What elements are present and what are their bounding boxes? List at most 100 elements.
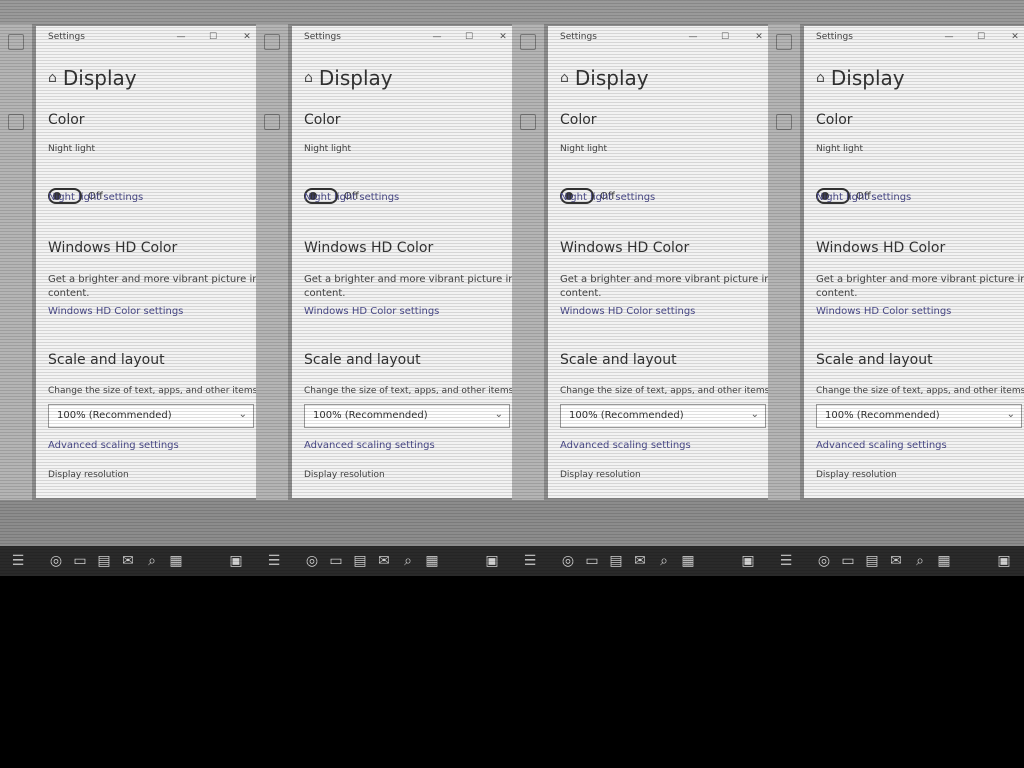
app-icon[interactable]: ▭: [836, 553, 860, 569]
app-icon[interactable]: ▦: [932, 553, 956, 569]
page-title: ⌂ Display: [560, 66, 649, 90]
night-light-settings-link[interactable]: Night light settings: [304, 192, 399, 203]
advanced-scaling-link[interactable]: Advanced scaling settings: [48, 440, 179, 451]
app-icon[interactable]: ◎: [300, 553, 324, 569]
app-icon[interactable]: ✉: [628, 553, 652, 569]
home-icon[interactable]: ⌂: [816, 70, 825, 86]
color-heading: Color: [560, 112, 597, 128]
minimize-button[interactable]: —: [942, 30, 956, 44]
advanced-scaling-link[interactable]: Advanced scaling settings: [560, 440, 691, 451]
scale-dropdown[interactable]: 100% (Recommended) ⌄: [816, 404, 1022, 428]
advanced-scaling-link[interactable]: Advanced scaling settings: [816, 440, 947, 451]
maximize-button[interactable]: ☐: [718, 30, 732, 44]
background-window[interactable]: [512, 24, 544, 500]
app-icon[interactable]: ▤: [92, 553, 116, 569]
night-light-settings-link[interactable]: Night light settings: [816, 192, 911, 203]
app-icon[interactable]: ▦: [676, 553, 700, 569]
hdr-heading: Windows HD Color: [560, 240, 690, 256]
night-light-settings-link[interactable]: Night light settings: [48, 192, 143, 203]
minimize-button[interactable]: —: [430, 30, 444, 44]
folder-icon: [776, 114, 792, 130]
taskbar: ☰ ◎ ▭ ▤ ✉ ⌕ ▦ ▣: [768, 546, 1024, 576]
app-icon[interactable]: ▤: [860, 553, 884, 569]
hdr-settings-link[interactable]: Windows HD Color settings: [48, 306, 183, 317]
desktop-panel: Settings — ☐ ✕ ⌂ Display Color Night lig…: [768, 0, 1024, 576]
titlebar: Settings — ☐ ✕: [804, 26, 1024, 50]
hdr-description: Get a brighter and more vibrant picture …: [560, 274, 768, 285]
tray-icon[interactable]: ▣: [224, 553, 248, 569]
top-strip: [512, 0, 768, 24]
minimize-button[interactable]: —: [686, 30, 700, 44]
scale-dropdown[interactable]: 100% (Recommended) ⌄: [48, 404, 254, 428]
home-icon[interactable]: ⌂: [560, 70, 569, 86]
app-icon[interactable]: ◎: [44, 553, 68, 569]
tray-icon[interactable]: ▣: [736, 553, 760, 569]
app-icon[interactable]: ◎: [812, 553, 836, 569]
hdr-settings-link[interactable]: Windows HD Color settings: [304, 306, 439, 317]
resolution-label: Display resolution: [48, 470, 129, 480]
scale-dropdown[interactable]: 100% (Recommended) ⌄: [560, 404, 766, 428]
maximize-button[interactable]: ☐: [206, 30, 220, 44]
maximize-button[interactable]: ☐: [974, 30, 988, 44]
close-button[interactable]: ✕: [752, 30, 766, 44]
app-icon[interactable]: ✉: [884, 553, 908, 569]
start-menu-icon[interactable]: ☰: [262, 553, 286, 569]
scale-dropdown[interactable]: 100% (Recommended) ⌄: [304, 404, 510, 428]
advanced-scaling-link[interactable]: Advanced scaling settings: [304, 440, 435, 451]
app-icon[interactable]: ▦: [164, 553, 188, 569]
home-icon[interactable]: ⌂: [48, 70, 57, 86]
close-button[interactable]: ✕: [1008, 30, 1022, 44]
chevron-down-icon: ⌄: [238, 409, 247, 420]
file-icon: [776, 34, 792, 50]
start-menu-icon[interactable]: ☰: [774, 553, 798, 569]
app-icon[interactable]: ▭: [324, 553, 348, 569]
app-icon[interactable]: ▤: [348, 553, 372, 569]
app-icon[interactable]: ▤: [604, 553, 628, 569]
start-menu-icon[interactable]: ☰: [518, 553, 542, 569]
minimize-button[interactable]: —: [174, 30, 188, 44]
top-strip: [768, 0, 1024, 24]
hdr-description: Get a brighter and more vibrant picture …: [816, 274, 1024, 285]
close-button[interactable]: ✕: [496, 30, 510, 44]
app-icon[interactable]: ✉: [372, 553, 396, 569]
hdr-settings-link[interactable]: Windows HD Color settings: [816, 306, 951, 317]
page-title-text: Display: [830, 66, 905, 90]
scale-heading: Scale and layout: [816, 352, 933, 368]
maximize-button[interactable]: ☐: [462, 30, 476, 44]
hdr-settings-link[interactable]: Windows HD Color settings: [560, 306, 695, 317]
hdr-description-line2: content.: [48, 288, 90, 299]
background-window[interactable]: [768, 24, 800, 500]
scale-value: 100% (Recommended): [825, 410, 940, 421]
background-window[interactable]: [256, 24, 288, 500]
scale-value: 100% (Recommended): [313, 410, 428, 421]
desktop-panel: Settings — ☐ ✕ ⌂ Display Color Night lig…: [512, 0, 768, 576]
app-icon[interactable]: ▭: [580, 553, 604, 569]
app-icon[interactable]: ▭: [68, 553, 92, 569]
scale-label: Change the size of text, apps, and other…: [48, 386, 256, 396]
app-icon[interactable]: ⌕: [652, 553, 676, 569]
start-menu-icon[interactable]: ☰: [6, 553, 30, 569]
app-icon[interactable]: ⌕: [396, 553, 420, 569]
scale-value: 100% (Recommended): [569, 410, 684, 421]
night-light-label: Night light: [48, 144, 95, 154]
resolution-label: Display resolution: [304, 470, 385, 480]
scale-label: Change the size of text, apps, and other…: [816, 386, 1024, 396]
tray-icon[interactable]: ▣: [480, 553, 504, 569]
background-window[interactable]: [0, 24, 32, 500]
folder-icon: [8, 114, 24, 130]
scale-label: Change the size of text, apps, and other…: [560, 386, 768, 396]
tray-icon[interactable]: ▣: [992, 553, 1016, 569]
app-icon[interactable]: ⌕: [140, 553, 164, 569]
close-button[interactable]: ✕: [240, 30, 254, 44]
app-icon[interactable]: ✉: [116, 553, 140, 569]
taskbar: ☰ ◎ ▭ ▤ ✉ ⌕ ▦ ▣: [0, 546, 256, 576]
app-icon[interactable]: ▦: [420, 553, 444, 569]
color-heading: Color: [304, 112, 341, 128]
night-light-settings-link[interactable]: Night light settings: [560, 192, 655, 203]
taskbar: ☰ ◎ ▭ ▤ ✉ ⌕ ▦ ▣: [256, 546, 512, 576]
app-icon[interactable]: ⌕: [908, 553, 932, 569]
folder-icon: [520, 114, 536, 130]
home-icon[interactable]: ⌂: [304, 70, 313, 86]
desktop-panel: Settings — ☐ ✕ ⌂ Display Color Night lig…: [0, 0, 256, 576]
app-icon[interactable]: ◎: [556, 553, 580, 569]
